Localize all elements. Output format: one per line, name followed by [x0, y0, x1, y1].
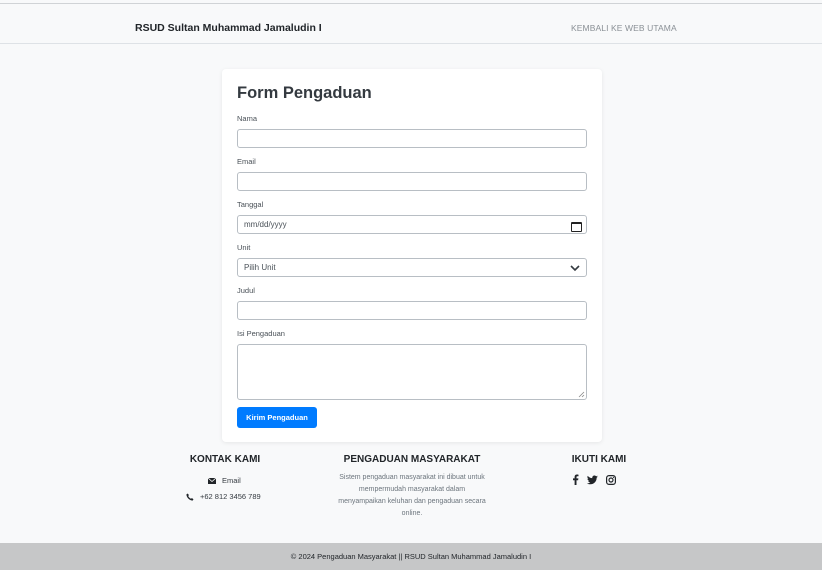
- about-line-3: menyampaikan keluhan dan pengaduan secar…: [338, 498, 486, 505]
- email-label: Email: [237, 157, 256, 166]
- unit-label: Unit: [237, 243, 251, 252]
- contact-email-text: Email: [222, 476, 241, 485]
- instagram-icon[interactable]: [606, 474, 616, 485]
- contact-phone[interactable]: +62 812 3456 789: [186, 492, 261, 501]
- email-input[interactable]: [237, 172, 587, 191]
- contact-email[interactable]: Email: [208, 476, 241, 485]
- social-heading: IKUTI KAMI: [571, 454, 627, 465]
- social-section: IKUTI KAMI: [554, 454, 644, 465]
- social-icons: [572, 474, 616, 485]
- about-line-1: Sistem pengaduan masyarakat ini dibuat u…: [339, 474, 485, 481]
- contact-heading: KONTAK KAMI: [189, 454, 261, 465]
- about-section: PENGADUAN MASYARAKAT Sistem pengaduan ma…: [312, 454, 512, 520]
- about-description: Sistem pengaduan masyarakat ini dibuat u…: [312, 472, 512, 520]
- facebook-icon[interactable]: [572, 474, 579, 485]
- about-heading: PENGADUAN MASYARAKAT: [343, 454, 481, 465]
- isi-pengaduan-textarea[interactable]: [237, 344, 587, 400]
- copyright-text: © 2024 Pengaduan Masyarakat || RSUD Sult…: [290, 552, 532, 561]
- isi-pengaduan-label: Isi Pengaduan: [237, 329, 285, 338]
- chevron-down-icon: [570, 264, 580, 271]
- unit-select[interactable]: Pilih Unit: [237, 258, 587, 277]
- resize-handle-icon[interactable]: [578, 391, 585, 398]
- judul-label: Judul: [237, 286, 255, 295]
- tanggal-date-input[interactable]: mm/dd/yyyy: [237, 215, 587, 234]
- date-placeholder: mm/dd/yyyy: [244, 220, 287, 229]
- envelope-icon: [208, 477, 216, 484]
- nama-input[interactable]: [237, 129, 587, 148]
- about-line-4: online.: [401, 510, 423, 517]
- contact-section: KONTAK KAMI: [180, 454, 270, 465]
- phone-icon: [186, 493, 194, 501]
- submit-complaint-button[interactable]: Kirim Pengaduan: [237, 407, 317, 428]
- back-to-main-link[interactable]: KEMBALI KE WEB UTAMA: [571, 23, 677, 33]
- tanggal-label: Tanggal: [237, 200, 264, 209]
- nama-label: Nama: [237, 114, 258, 123]
- contact-phone-text: +62 812 3456 789: [200, 492, 261, 501]
- complaint-form-card: Form Pengaduan Nama Email Tanggal mm/dd/…: [222, 69, 602, 442]
- navbar-brand[interactable]: RSUD Sultan Muhammad Jamaludin I: [135, 22, 322, 34]
- form-title: Form Pengaduan: [237, 84, 372, 102]
- judul-input[interactable]: [237, 301, 587, 320]
- calendar-icon[interactable]: [571, 221, 582, 232]
- about-line-2: mempermudah masyarakat dalam: [358, 486, 466, 493]
- navbar: RSUD Sultan Muhammad Jamaludin I KEMBALI…: [0, 4, 822, 44]
- twitter-icon[interactable]: [587, 474, 598, 485]
- unit-selected-value: Pilih Unit: [244, 263, 276, 272]
